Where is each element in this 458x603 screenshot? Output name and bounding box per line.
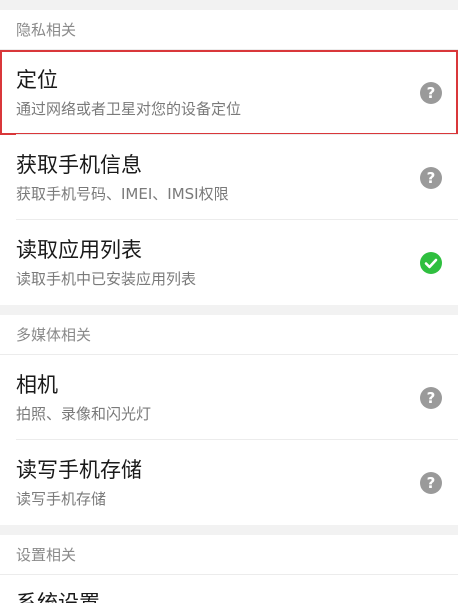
permission-desc: 通过网络或者卫星对您的设备定位 <box>16 99 242 118</box>
svg-text:?: ? <box>427 474 436 492</box>
permission-title: 获取手机信息 <box>16 152 142 177</box>
permission-desc: 获取手机号码、IMEI、IMSI权限 <box>16 184 229 203</box>
permission-title: 相机 <box>16 372 58 397</box>
section-header-privacy: 隐私相关 <box>0 10 458 50</box>
svg-text:?: ? <box>427 389 436 407</box>
svg-text:?: ? <box>427 169 436 187</box>
question-icon[interactable]: ? <box>420 471 442 494</box>
permission-item-camera[interactable]: 相机 拍照、录像和闪光灯 ? <box>0 355 458 440</box>
permission-title: 读取应用列表 <box>16 237 142 262</box>
question-icon[interactable]: ? <box>420 81 442 104</box>
permission-desc: 拍照、录像和闪光灯 <box>16 404 152 423</box>
question-icon[interactable]: ? <box>420 386 442 409</box>
permission-settings-page: 隐私相关 定位 通过网络或者卫星对您的设备定位 ? 获取手机信息 获取手机号码、… <box>0 0 458 603</box>
permission-item-storage[interactable]: 读写手机存储 读写手机存储 ? <box>0 440 458 525</box>
permission-desc: 读写手机存储 <box>16 489 107 508</box>
permission-item-system-settings[interactable]: 系统设置 <box>0 575 458 603</box>
permission-item-app-list[interactable]: 读取应用列表 读取手机中已安装应用列表 <box>0 220 458 305</box>
top-spacer <box>0 0 458 10</box>
section-gap <box>0 525 458 535</box>
permission-item-phone-info[interactable]: 获取手机信息 获取手机号码、IMEI、IMSI权限 ? <box>0 135 458 220</box>
permission-title: 定位 <box>16 67 58 92</box>
permission-title: 读写手机存储 <box>16 457 142 482</box>
section-header-multimedia: 多媒体相关 <box>0 315 458 355</box>
section-gap <box>0 305 458 315</box>
permission-item-location[interactable]: 定位 通过网络或者卫星对您的设备定位 ? <box>0 50 458 135</box>
permission-title: 系统设置 <box>16 591 100 603</box>
question-icon[interactable]: ? <box>420 166 442 189</box>
section-header-settings: 设置相关 <box>0 535 458 575</box>
permission-desc: 读取手机中已安装应用列表 <box>16 269 197 288</box>
svg-text:?: ? <box>427 84 436 102</box>
check-icon[interactable] <box>420 251 442 274</box>
